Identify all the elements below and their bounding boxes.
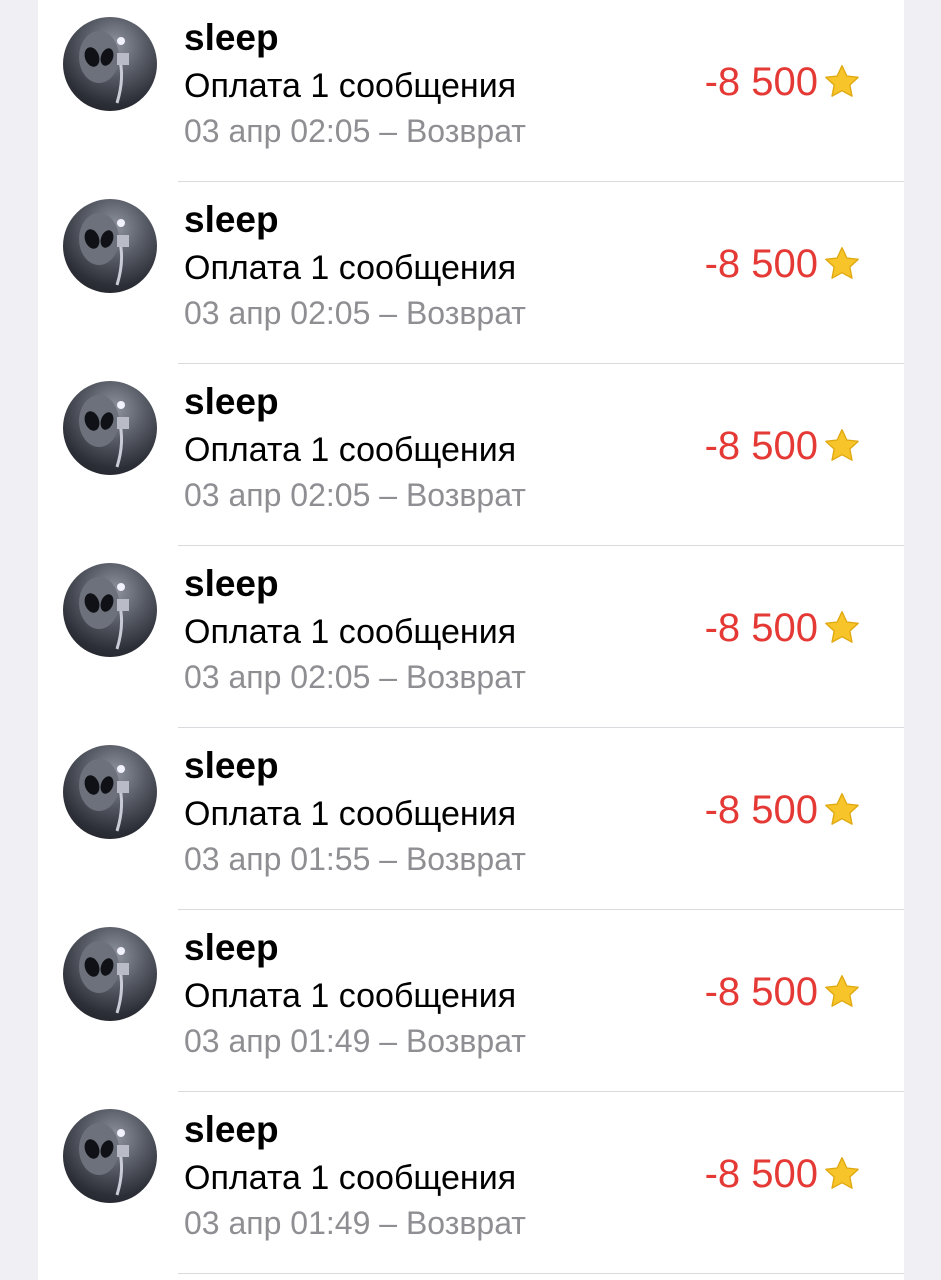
sender-name: sleep <box>184 17 279 58</box>
transaction-amount: -8 500 <box>705 62 862 102</box>
transaction-amount: -8 500 <box>705 426 862 466</box>
transaction-row[interactable]: sleep Оплата 1 сообщения 03 апр 02:05 – … <box>38 546 904 728</box>
row-divider <box>178 1273 904 1274</box>
sender-name: sleep <box>184 381 279 422</box>
avatar <box>63 927 157 1021</box>
transaction-description: Оплата 1 сообщения <box>184 613 517 651</box>
avatar <box>63 17 157 111</box>
transaction-date: 03 апр 01:49 – Возврат <box>184 1205 526 1241</box>
transaction-description: Оплата 1 сообщения <box>184 977 517 1015</box>
sender-name: sleep <box>184 745 279 786</box>
transaction-date: 03 апр 02:05 – Возврат <box>184 659 526 695</box>
transaction-row[interactable]: sleep Оплата 1 сообщения 03 апр 01:49 – … <box>38 1092 904 1274</box>
transaction-date: 03 апр 02:05 – Возврат <box>184 295 526 331</box>
transaction-date: 03 апр 01:55 – Возврат <box>184 841 526 877</box>
sender-name: sleep <box>184 563 279 604</box>
star-icon <box>825 65 859 97</box>
transaction-row[interactable]: sleep Оплата 1 сообщения 03 апр 01:55 – … <box>38 728 904 910</box>
transaction-amount: -8 500 <box>705 244 862 284</box>
sender-name: sleep <box>184 927 279 968</box>
transaction-amount: -8 500 <box>705 790 862 830</box>
transaction-row[interactable]: sleep Оплата 1 сообщения 03 апр 02:05 – … <box>38 364 904 546</box>
star-icon <box>825 247 859 279</box>
amount-value: -8 500 <box>704 1152 818 1196</box>
transaction-row[interactable]: sleep Оплата 1 сообщения 03 апр 02:05 – … <box>38 0 904 182</box>
avatar <box>63 381 157 475</box>
avatar <box>63 1109 157 1203</box>
sender-name: sleep <box>184 199 279 240</box>
amount-value: -8 500 <box>704 788 818 832</box>
avatar <box>63 199 157 293</box>
transaction-date: 03 апр 02:05 – Возврат <box>184 113 526 149</box>
amount-value: -8 500 <box>704 606 818 650</box>
amount-value: -8 500 <box>704 970 818 1014</box>
star-icon <box>825 793 859 825</box>
amount-value: -8 500 <box>704 242 818 286</box>
transaction-description: Оплата 1 сообщения <box>184 431 517 469</box>
transaction-amount: -8 500 <box>705 608 862 648</box>
transaction-date: 03 апр 02:05 – Возврат <box>184 477 526 513</box>
transaction-row[interactable]: sleep Оплата 1 сообщения 03 апр 02:05 – … <box>38 182 904 364</box>
transaction-row[interactable]: sleep Оплата 1 сообщения 03 апр 01:49 – … <box>38 910 904 1092</box>
star-icon <box>825 611 859 643</box>
transaction-amount: -8 500 <box>705 972 862 1012</box>
transaction-description: Оплата 1 сообщения <box>184 1159 517 1197</box>
transaction-description: Оплата 1 сообщения <box>184 67 517 105</box>
transaction-description: Оплата 1 сообщения <box>184 795 517 833</box>
transactions-list: sleep Оплата 1 сообщения 03 апр 02:05 – … <box>38 0 904 1280</box>
avatar <box>63 745 157 839</box>
avatar <box>63 563 157 657</box>
sender-name: sleep <box>184 1109 279 1150</box>
star-icon <box>825 429 859 461</box>
transaction-description: Оплата 1 сообщения <box>184 249 517 287</box>
star-icon <box>825 975 859 1007</box>
transaction-date: 03 апр 01:49 – Возврат <box>184 1023 526 1059</box>
amount-value: -8 500 <box>704 424 818 468</box>
amount-value: -8 500 <box>704 60 818 104</box>
star-icon <box>825 1157 859 1189</box>
transaction-amount: -8 500 <box>705 1154 862 1194</box>
